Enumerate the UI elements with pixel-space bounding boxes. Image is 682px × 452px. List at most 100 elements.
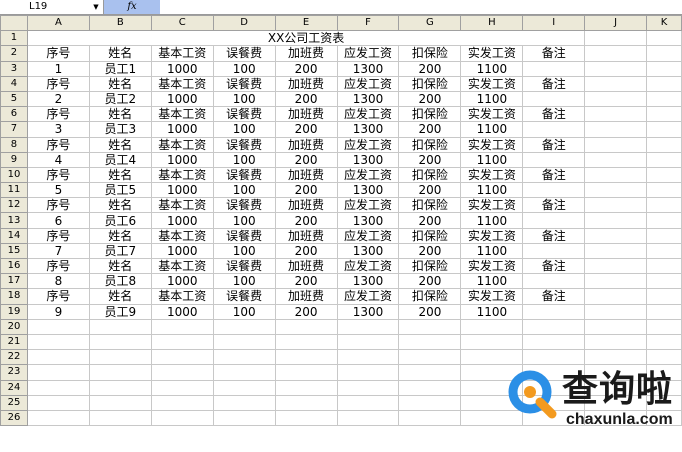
empty-cell[interactable] xyxy=(212,409,276,427)
empty-cell[interactable] xyxy=(646,212,682,229)
empty-cell[interactable] xyxy=(522,121,586,138)
empty-cell[interactable] xyxy=(212,349,276,366)
header-cell[interactable]: 序号 xyxy=(26,45,90,62)
empty-cell[interactable] xyxy=(150,394,214,411)
header-cell[interactable]: 实发工资 xyxy=(460,136,524,153)
header-cell[interactable]: 误餐费 xyxy=(212,257,276,275)
header-cell[interactable]: 姓名 xyxy=(88,136,152,153)
data-cell[interactable]: 200 xyxy=(398,90,462,108)
empty-cell[interactable] xyxy=(646,90,682,108)
empty-cell[interactable] xyxy=(584,182,647,199)
empty-cell[interactable] xyxy=(88,379,152,396)
header-cell[interactable]: 加班费 xyxy=(274,45,338,62)
row-header[interactable]: 1 xyxy=(0,30,28,47)
data-cell[interactable]: 1000 xyxy=(150,60,214,77)
empty-cell[interactable] xyxy=(584,273,647,290)
row-header[interactable]: 26 xyxy=(0,409,28,427)
empty-cell[interactable] xyxy=(584,30,647,47)
column-header-a[interactable]: A xyxy=(26,14,90,32)
empty-cell[interactable] xyxy=(522,182,586,199)
empty-cell[interactable] xyxy=(26,409,90,427)
data-cell[interactable]: 100 xyxy=(212,151,276,168)
data-cell[interactable]: 200 xyxy=(398,242,462,260)
row-header[interactable]: 24 xyxy=(0,379,28,396)
empty-cell[interactable] xyxy=(150,349,214,366)
empty-cell[interactable] xyxy=(336,333,400,351)
empty-cell[interactable] xyxy=(646,136,682,153)
header-cell[interactable]: 基本工资 xyxy=(150,45,214,62)
data-cell[interactable]: 1100 xyxy=(460,60,524,77)
header-cell[interactable]: 加班费 xyxy=(274,288,338,305)
empty-cell[interactable] xyxy=(212,318,276,335)
empty-cell[interactable] xyxy=(522,333,586,351)
data-cell[interactable]: 1100 xyxy=(460,273,524,290)
empty-cell[interactable] xyxy=(26,349,90,366)
data-cell[interactable]: 4 xyxy=(26,151,90,168)
data-cell[interactable]: 员工3 xyxy=(88,121,152,138)
header-cell[interactable]: 序号 xyxy=(26,197,90,214)
sheet-title-cell[interactable]: XX公司工资表 xyxy=(26,30,586,47)
data-cell[interactable]: 200 xyxy=(398,151,462,168)
empty-cell[interactable] xyxy=(522,273,586,290)
empty-cell[interactable] xyxy=(212,394,276,411)
data-cell[interactable]: 7 xyxy=(26,242,90,260)
empty-cell[interactable] xyxy=(584,257,647,275)
data-cell[interactable]: 100 xyxy=(212,121,276,138)
data-cell[interactable]: 员工5 xyxy=(88,182,152,199)
data-cell[interactable]: 200 xyxy=(398,212,462,229)
data-cell[interactable]: 6 xyxy=(26,212,90,229)
empty-cell[interactable] xyxy=(646,151,682,168)
data-cell[interactable]: 1300 xyxy=(336,242,400,260)
empty-cell[interactable] xyxy=(646,166,682,184)
data-cell[interactable]: 100 xyxy=(212,60,276,77)
header-cell[interactable]: 误餐费 xyxy=(212,75,276,92)
header-cell[interactable]: 基本工资 xyxy=(150,197,214,214)
column-header-f[interactable]: F xyxy=(336,14,400,32)
header-cell[interactable]: 误餐费 xyxy=(212,106,276,123)
empty-cell[interactable] xyxy=(584,349,647,366)
empty-cell[interactable] xyxy=(88,349,152,366)
empty-cell[interactable] xyxy=(646,288,682,305)
empty-cell[interactable] xyxy=(274,364,338,381)
data-cell[interactable]: 200 xyxy=(274,212,338,229)
header-cell[interactable]: 实发工资 xyxy=(460,197,524,214)
fx-button[interactable]: fx xyxy=(104,0,160,14)
empty-cell[interactable] xyxy=(88,318,152,335)
empty-cell[interactable] xyxy=(522,242,586,260)
header-cell[interactable]: 应发工资 xyxy=(336,136,400,153)
empty-cell[interactable] xyxy=(646,60,682,77)
empty-cell[interactable] xyxy=(398,364,462,381)
data-cell[interactable]: 1100 xyxy=(460,303,524,320)
formula-input[interactable] xyxy=(160,0,682,14)
header-cell[interactable]: 序号 xyxy=(26,166,90,184)
header-cell[interactable]: 实发工资 xyxy=(460,166,524,184)
empty-cell[interactable] xyxy=(336,349,400,366)
data-cell[interactable]: 1000 xyxy=(150,121,214,138)
row-header[interactable]: 19 xyxy=(0,303,28,320)
empty-cell[interactable] xyxy=(274,349,338,366)
empty-cell[interactable] xyxy=(646,303,682,320)
data-cell[interactable]: 200 xyxy=(398,121,462,138)
empty-cell[interactable] xyxy=(274,379,338,396)
row-header[interactable]: 22 xyxy=(0,349,28,366)
empty-cell[interactable] xyxy=(150,333,214,351)
empty-cell[interactable] xyxy=(522,212,586,229)
data-cell[interactable]: 员工4 xyxy=(88,151,152,168)
column-header-d[interactable]: D xyxy=(212,14,276,32)
data-cell[interactable]: 8 xyxy=(26,273,90,290)
header-cell[interactable]: 扣保险 xyxy=(398,45,462,62)
header-cell[interactable]: 基本工资 xyxy=(150,75,214,92)
empty-cell[interactable] xyxy=(150,409,214,427)
data-cell[interactable]: 1000 xyxy=(150,212,214,229)
header-cell[interactable]: 实发工资 xyxy=(460,257,524,275)
header-cell[interactable]: 扣保险 xyxy=(398,136,462,153)
data-cell[interactable]: 1300 xyxy=(336,151,400,168)
header-cell[interactable]: 姓名 xyxy=(88,288,152,305)
header-cell[interactable]: 误餐费 xyxy=(212,166,276,184)
data-cell[interactable]: 员工6 xyxy=(88,212,152,229)
row-header[interactable]: 3 xyxy=(0,60,28,77)
header-cell[interactable]: 应发工资 xyxy=(336,197,400,214)
empty-cell[interactable] xyxy=(336,409,400,427)
empty-cell[interactable] xyxy=(88,364,152,381)
empty-cell[interactable] xyxy=(522,90,586,108)
